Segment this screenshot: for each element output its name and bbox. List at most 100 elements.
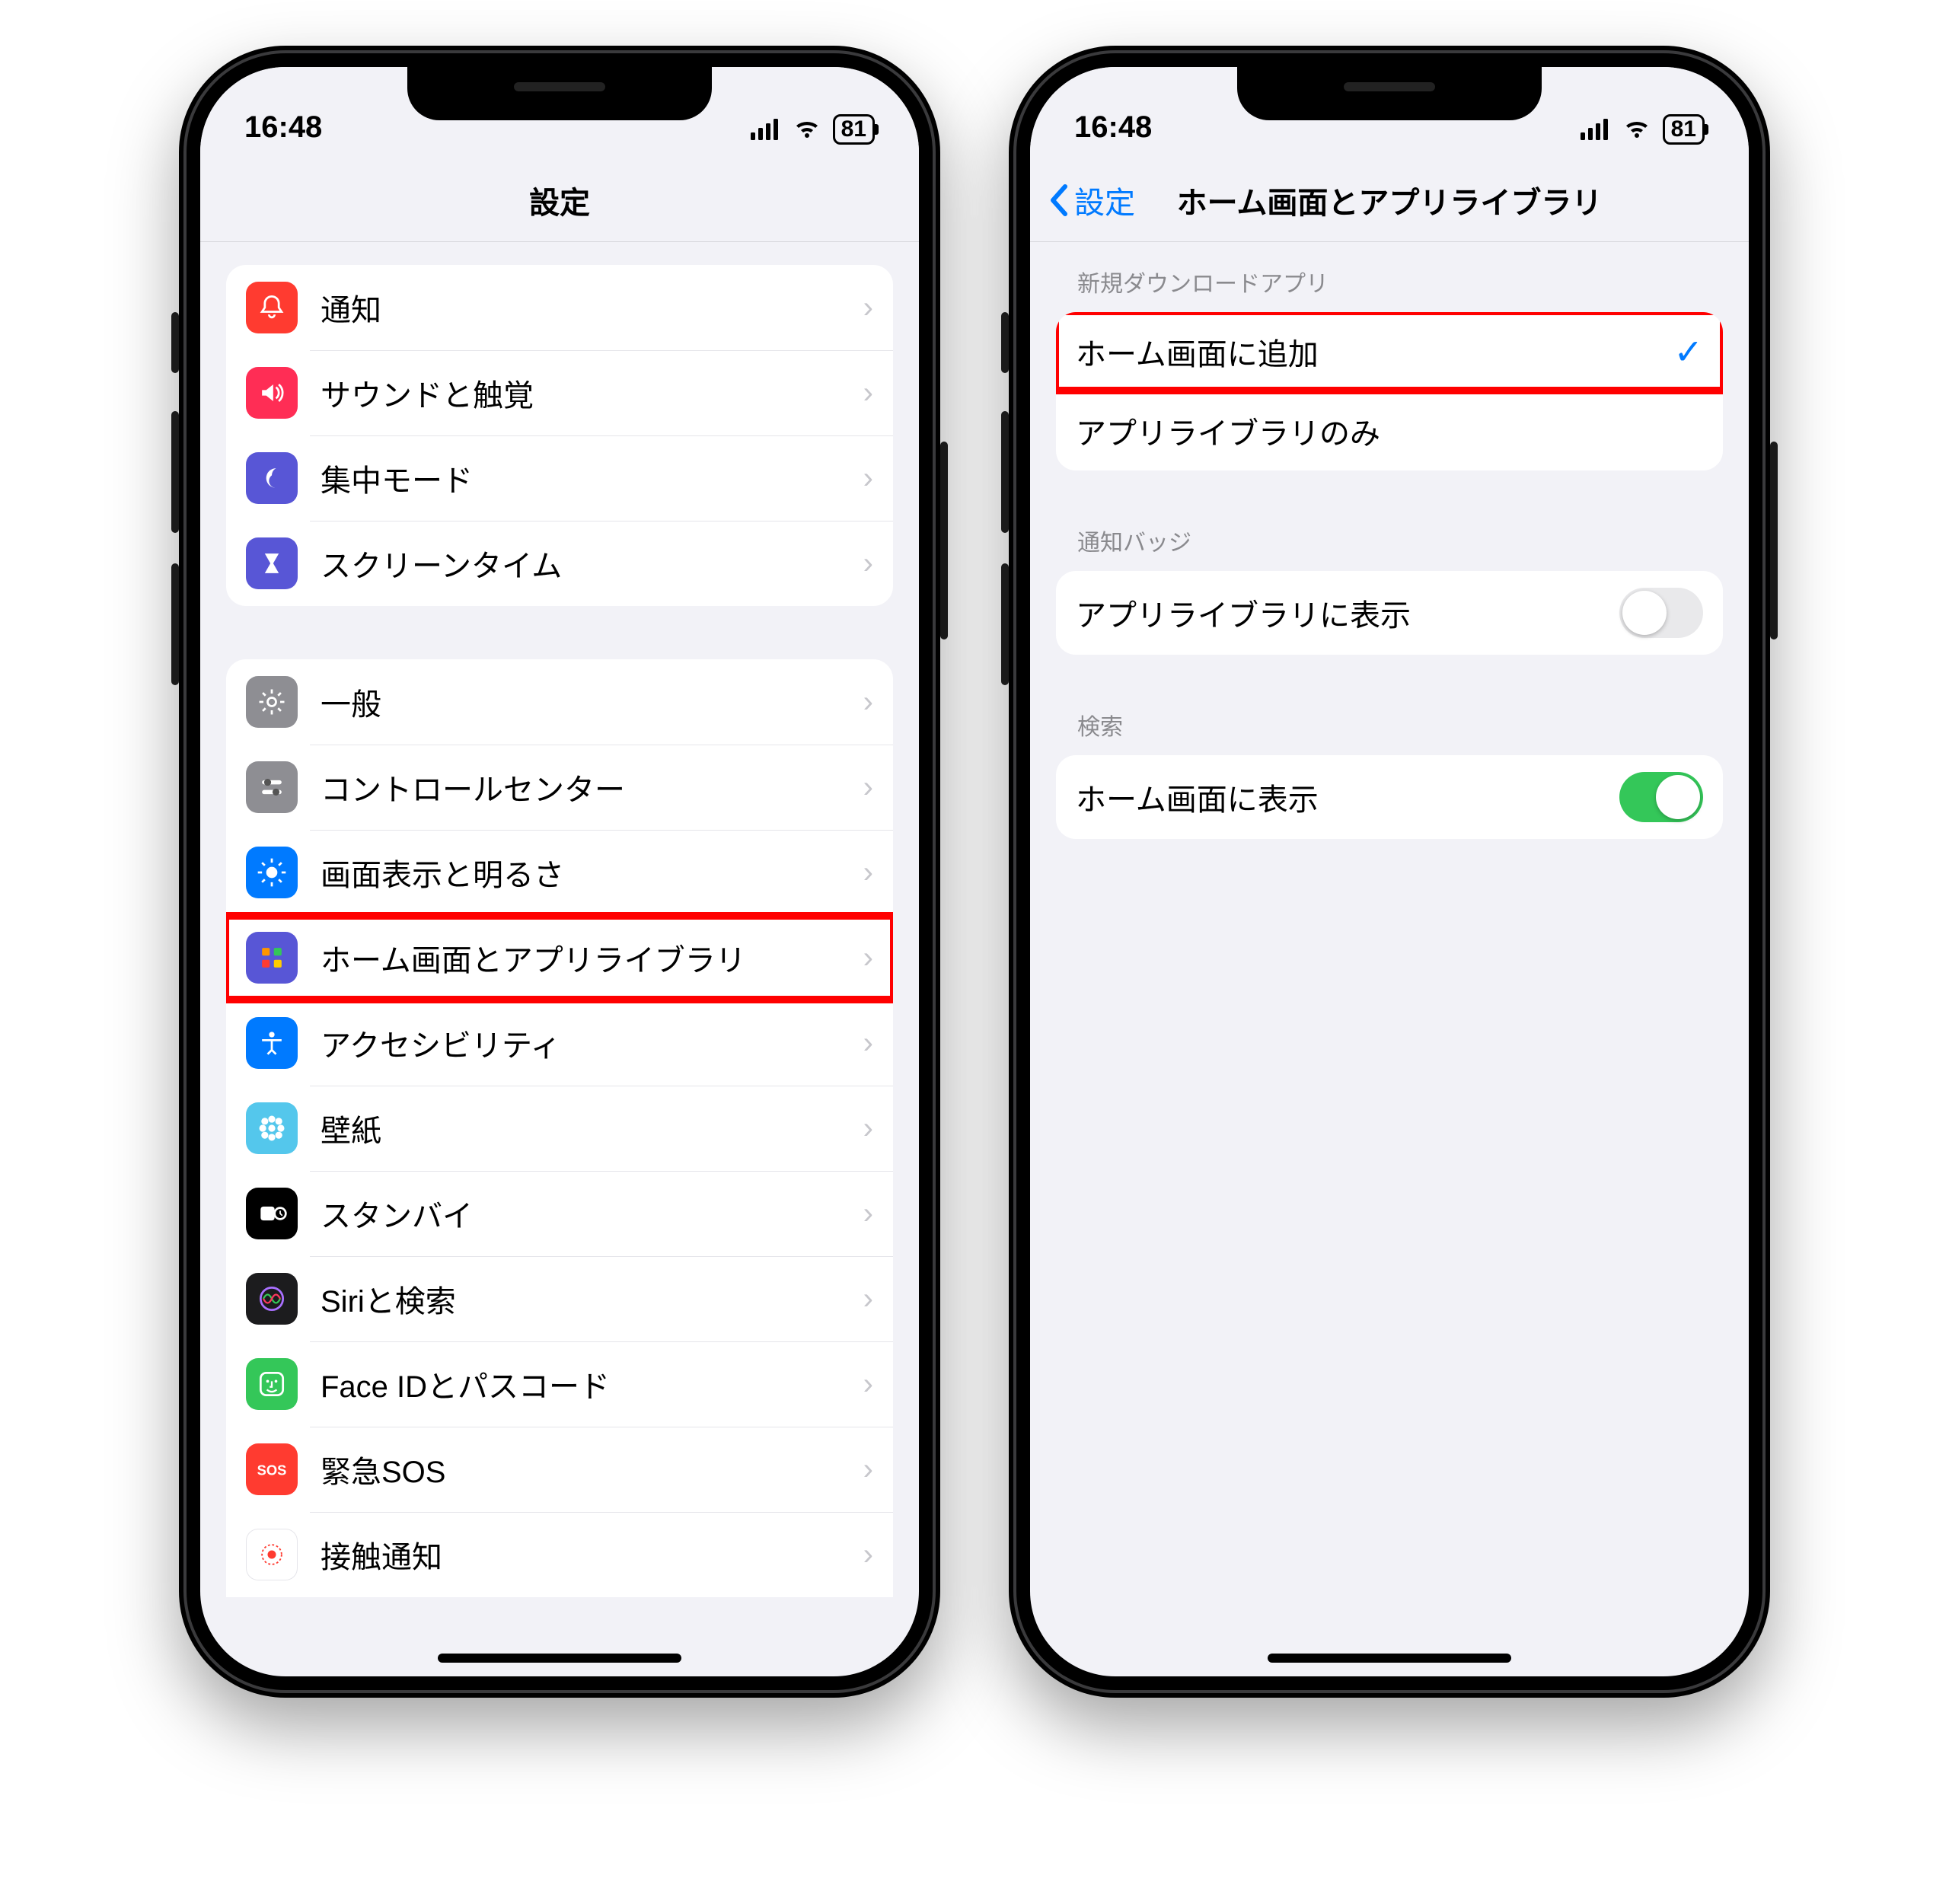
- settings-row-flower[interactable]: 壁紙›: [226, 1086, 893, 1171]
- status-icons: 81: [751, 114, 875, 145]
- chevron-right-icon: ›: [863, 1282, 873, 1316]
- toggle-show-in-library[interactable]: [1619, 588, 1703, 638]
- chevron-left-icon: [1048, 183, 1068, 217]
- row-show-in-library[interactable]: アプリライブラリに表示: [1056, 571, 1723, 655]
- settings-row-siri[interactable]: Siriと検索›: [226, 1256, 893, 1341]
- battery-icon: 81: [833, 114, 875, 145]
- chevron-right-icon: ›: [863, 856, 873, 890]
- settings-group-1: 通知›サウンドと触覚›集中モード›スクリーンタイム›: [226, 265, 893, 606]
- battery-icon: 81: [1663, 114, 1705, 145]
- settings-row-moon[interactable]: 集中モード›: [226, 435, 893, 521]
- row-label: スタンバイ: [321, 1191, 863, 1236]
- chevron-right-icon: ›: [863, 770, 873, 805]
- row-label: 接触通知: [321, 1532, 863, 1577]
- standby-icon: [246, 1188, 298, 1239]
- sliders-icon: [246, 761, 298, 813]
- badges-group: アプリライブラリに表示: [1056, 571, 1723, 655]
- phone-frame-left: 16:48 81 設定 通知›サウンドと触覚›集中モード›スクリーンタイム› 一…: [179, 46, 940, 1698]
- siri-icon: [246, 1273, 298, 1325]
- svg-text:SOS: SOS: [257, 1462, 287, 1478]
- settings-row-sun[interactable]: 画面表示と明るさ›: [226, 830, 893, 915]
- moon-icon: [246, 452, 298, 504]
- chevron-right-icon: ›: [863, 1111, 873, 1146]
- chevron-right-icon: ›: [863, 1026, 873, 1060]
- cellular-icon: [1581, 119, 1611, 140]
- phone-frame-right: 16:48 81 設定 ホーム画面とアプリライブラリ 新規ダウンロードアプリ ホ…: [1009, 46, 1770, 1698]
- bell-icon: [246, 282, 298, 333]
- home-indicator[interactable]: [438, 1654, 681, 1663]
- row-label: アクセシビリティ: [321, 1021, 863, 1065]
- settings-row-sliders[interactable]: コントロールセンター›: [226, 745, 893, 830]
- row-show-on-home[interactable]: ホーム画面に表示: [1056, 755, 1723, 839]
- chevron-right-icon: ›: [863, 1367, 873, 1402]
- settings-row-standby[interactable]: スタンバイ›: [226, 1171, 893, 1256]
- settings-row-exposure[interactable]: 接触通知›: [226, 1512, 893, 1597]
- row-label: Face IDとパスコード: [321, 1362, 863, 1406]
- chevron-right-icon: ›: [863, 547, 873, 581]
- cellular-icon: [751, 119, 781, 140]
- row-label: サウンドと触覚: [321, 371, 863, 415]
- sun-icon: [246, 847, 298, 898]
- settings-row-bell[interactable]: 通知›: [226, 265, 893, 350]
- section-header-download: 新規ダウンロードアプリ: [1056, 265, 1723, 312]
- home-screen-settings[interactable]: 新規ダウンロードアプリ ホーム画面に追加✓ アプリライブラリのみ 通知バッジ アプ…: [1030, 242, 1749, 1676]
- row-label: 緊急SOS: [321, 1447, 863, 1491]
- chevron-right-icon: ›: [863, 941, 873, 975]
- notch: [407, 67, 712, 120]
- download-options-group: ホーム画面に追加✓ アプリライブラリのみ: [1056, 312, 1723, 470]
- settings-row-faceid[interactable]: Face IDとパスコード›: [226, 1341, 893, 1427]
- option-add-home[interactable]: ホーム画面に追加✓: [1056, 312, 1723, 391]
- wifi-icon: [1622, 118, 1652, 141]
- search-group: ホーム画面に表示: [1056, 755, 1723, 839]
- back-button[interactable]: 設定: [1048, 178, 1135, 222]
- row-label: Siriと検索: [321, 1277, 863, 1321]
- row-label: ホーム画面に追加: [1076, 330, 1673, 374]
- gear-icon: [246, 676, 298, 728]
- row-label: ホーム画面とアプリライブラリ: [321, 936, 863, 980]
- section-header-badges: 通知バッジ: [1056, 524, 1723, 571]
- speaker-icon: [246, 367, 298, 419]
- chevron-right-icon: ›: [863, 376, 873, 410]
- toggle-show-on-home[interactable]: [1619, 772, 1703, 822]
- access-icon: [246, 1017, 298, 1069]
- chevron-right-icon: ›: [863, 685, 873, 719]
- chevron-right-icon: ›: [863, 1197, 873, 1231]
- settings-row-grid[interactable]: ホーム画面とアプリライブラリ›: [226, 915, 893, 1000]
- option-library-only[interactable]: アプリライブラリのみ: [1056, 391, 1723, 470]
- page-title: 設定: [529, 178, 590, 222]
- row-label: 一般: [321, 680, 863, 724]
- home-indicator[interactable]: [1268, 1654, 1511, 1663]
- row-label: 通知: [321, 285, 863, 330]
- row-label: コントロールセンター: [321, 765, 863, 809]
- row-label: 集中モード: [321, 456, 863, 500]
- row-label: アプリライブラリのみ: [1076, 409, 1703, 453]
- chevron-right-icon: ›: [863, 1538, 873, 1572]
- chevron-right-icon: ›: [863, 461, 873, 496]
- row-label: 画面表示と明るさ: [321, 850, 863, 895]
- status-time: 16:48: [244, 110, 322, 145]
- sos-icon: SOS: [246, 1443, 298, 1495]
- section-header-search: 検索: [1056, 708, 1723, 755]
- hourglass-icon: [246, 537, 298, 589]
- settings-row-speaker[interactable]: サウンドと触覚›: [226, 350, 893, 435]
- wifi-icon: [792, 118, 822, 141]
- checkmark-icon: ✓: [1673, 331, 1703, 372]
- settings-group-2: 一般›コントロールセンター›画面表示と明るさ›ホーム画面とアプリライブラリ›アク…: [226, 659, 893, 1597]
- settings-row-sos[interactable]: SOS緊急SOS›: [226, 1427, 893, 1512]
- settings-row-hourglass[interactable]: スクリーンタイム›: [226, 521, 893, 606]
- row-label: スクリーンタイム: [321, 541, 863, 585]
- page-title: ホーム画面とアプリライブラリ: [1177, 178, 1603, 222]
- back-label: 設定: [1074, 178, 1135, 222]
- status-time: 16:48: [1074, 110, 1152, 145]
- nav-bar: 設定 ホーム画面とアプリライブラリ: [1030, 158, 1749, 242]
- settings-list[interactable]: 通知›サウンドと触覚›集中モード›スクリーンタイム› 一般›コントロールセンター…: [200, 242, 919, 1676]
- row-label: アプリライブラリに表示: [1076, 591, 1619, 635]
- row-label: 壁紙: [321, 1106, 863, 1150]
- settings-row-access[interactable]: アクセシビリティ›: [226, 1000, 893, 1086]
- flower-icon: [246, 1102, 298, 1154]
- row-label: ホーム画面に表示: [1076, 775, 1619, 819]
- exposure-icon: [246, 1529, 298, 1580]
- settings-row-gear[interactable]: 一般›: [226, 659, 893, 745]
- screen-right: 16:48 81 設定 ホーム画面とアプリライブラリ 新規ダウンロードアプリ ホ…: [1030, 67, 1749, 1676]
- grid-icon: [246, 932, 298, 984]
